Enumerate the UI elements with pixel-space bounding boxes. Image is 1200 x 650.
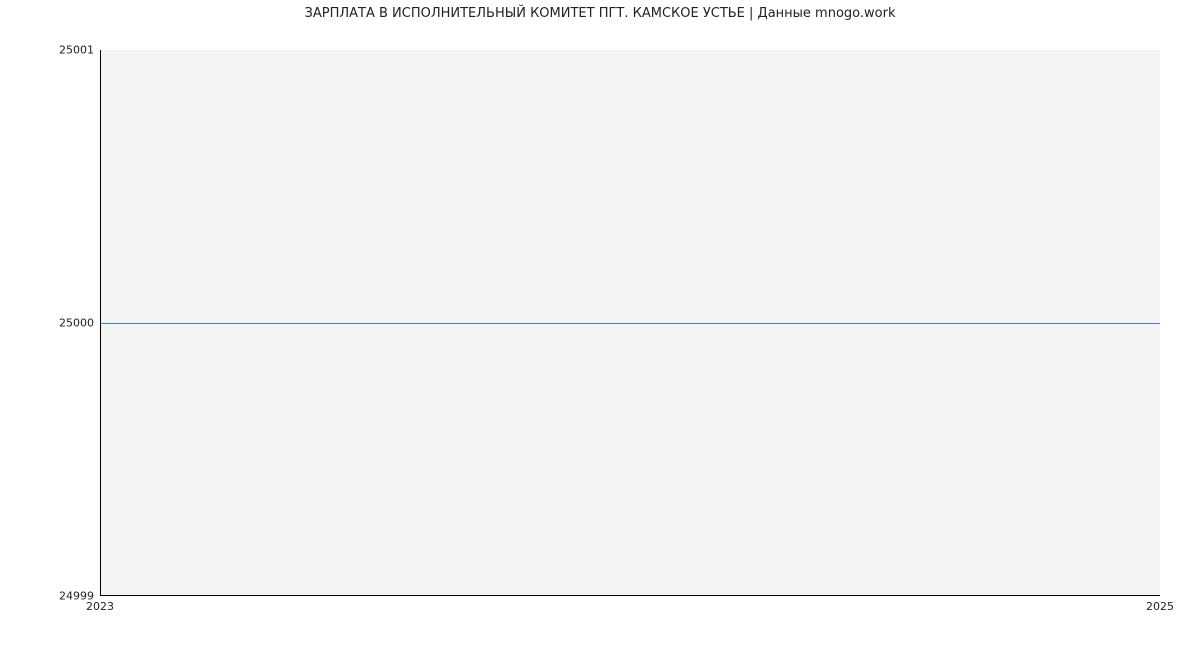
data-line	[101, 323, 1160, 324]
ytick-mid: 25000	[4, 318, 94, 329]
xtick-right: 2025	[1146, 600, 1174, 613]
xtick-left: 2023	[86, 600, 114, 613]
ytick-bottom: 24999	[4, 591, 94, 602]
plot-area	[100, 50, 1160, 596]
chart-container: ЗАРПЛАТА В ИСПОЛНИТЕЛЬНЫЙ КОМИТЕТ ПГТ. К…	[0, 0, 1200, 650]
ytick-top: 25001	[4, 45, 94, 56]
chart-title: ЗАРПЛАТА В ИСПОЛНИТЕЛЬНЫЙ КОМИТЕТ ПГТ. К…	[0, 6, 1200, 21]
